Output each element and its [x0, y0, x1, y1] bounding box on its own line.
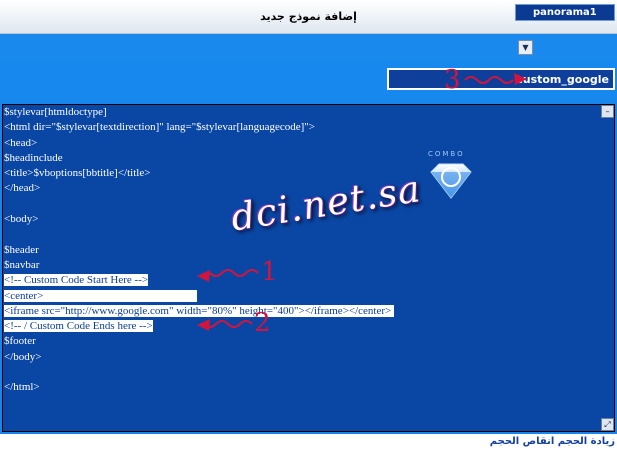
code-line-text: </html>	[4, 381, 40, 394]
code-line-text: <title>$vboptions[bbtitle]</title>	[4, 167, 151, 180]
template-name-value: custom_google	[516, 72, 609, 86]
code-line: <center>	[4, 289, 394, 304]
code-line: </html>	[4, 380, 394, 395]
code-line-text: $footer	[4, 335, 36, 348]
code-line: <head>	[4, 136, 394, 151]
code-line: <!-- Custom Code Start Here -->	[4, 273, 394, 288]
code-line-text: <iframe src="http://www.google.com" widt…	[4, 304, 394, 317]
code-line-text: <!-- / Custom Code Ends here -->	[4, 320, 153, 333]
scroll-up-icon[interactable]: –	[601, 105, 614, 118]
annotation-number-3: 3	[444, 65, 461, 95]
decrease-size-link[interactable]: انقاص الحجم	[490, 436, 555, 447]
code-line: $stylevar[htmldoctype]	[4, 105, 394, 120]
style-select[interactable]: panorama1	[515, 4, 615, 21]
code-line: $header	[4, 243, 394, 258]
annotation-number-2: 2	[254, 308, 271, 338]
code-line-text: $headinclude	[4, 151, 63, 164]
code-line-text: </body>	[4, 350, 42, 363]
code-line: $footer	[4, 334, 394, 349]
style-select-value: panorama1	[533, 7, 597, 18]
diamond-logo-icon	[430, 163, 472, 199]
code-line-text: $header	[4, 243, 39, 256]
code-line-text: $stylevar[htmldoctype]	[4, 106, 107, 118]
annotation-number-1: 1	[261, 257, 278, 287]
window-title: إضافة نموذج جديد	[260, 10, 357, 23]
chevron-down-icon[interactable]: ▼	[518, 40, 533, 55]
template-code[interactable]: $stylevar[htmldoctype] <html dir="$stylev…	[4, 105, 394, 396]
code-line: <html dir="$stylevar[textdirection]" lan…	[4, 120, 394, 135]
code-line-text: <!-- Custom Code Start Here -->	[4, 274, 149, 287]
size-controls: زيادة الحجم انقاص الحجم	[490, 436, 615, 447]
scroll-down-icon[interactable]: ⤢	[601, 418, 614, 431]
code-line-text: <html dir="$stylevar[textdirection]" lan…	[4, 121, 315, 134]
code-line: <iframe src="http://www.google.com" widt…	[4, 304, 394, 319]
code-line-text: </head>	[4, 182, 41, 195]
code-line: $navbar	[4, 258, 394, 273]
code-line: </body>	[4, 350, 394, 365]
code-line-text: <body>	[4, 213, 39, 226]
code-line-text: $navbar	[4, 258, 40, 271]
increase-size-link[interactable]: زيادة الحجم	[558, 436, 615, 447]
code-line: $headinclude	[4, 151, 394, 166]
code-line-text: <head>	[4, 136, 38, 149]
template-name-input[interactable]: custom_google	[387, 68, 615, 90]
code-line-text: <center>	[4, 289, 198, 302]
code-line: <!-- / Custom Code Ends here -->	[4, 319, 394, 334]
